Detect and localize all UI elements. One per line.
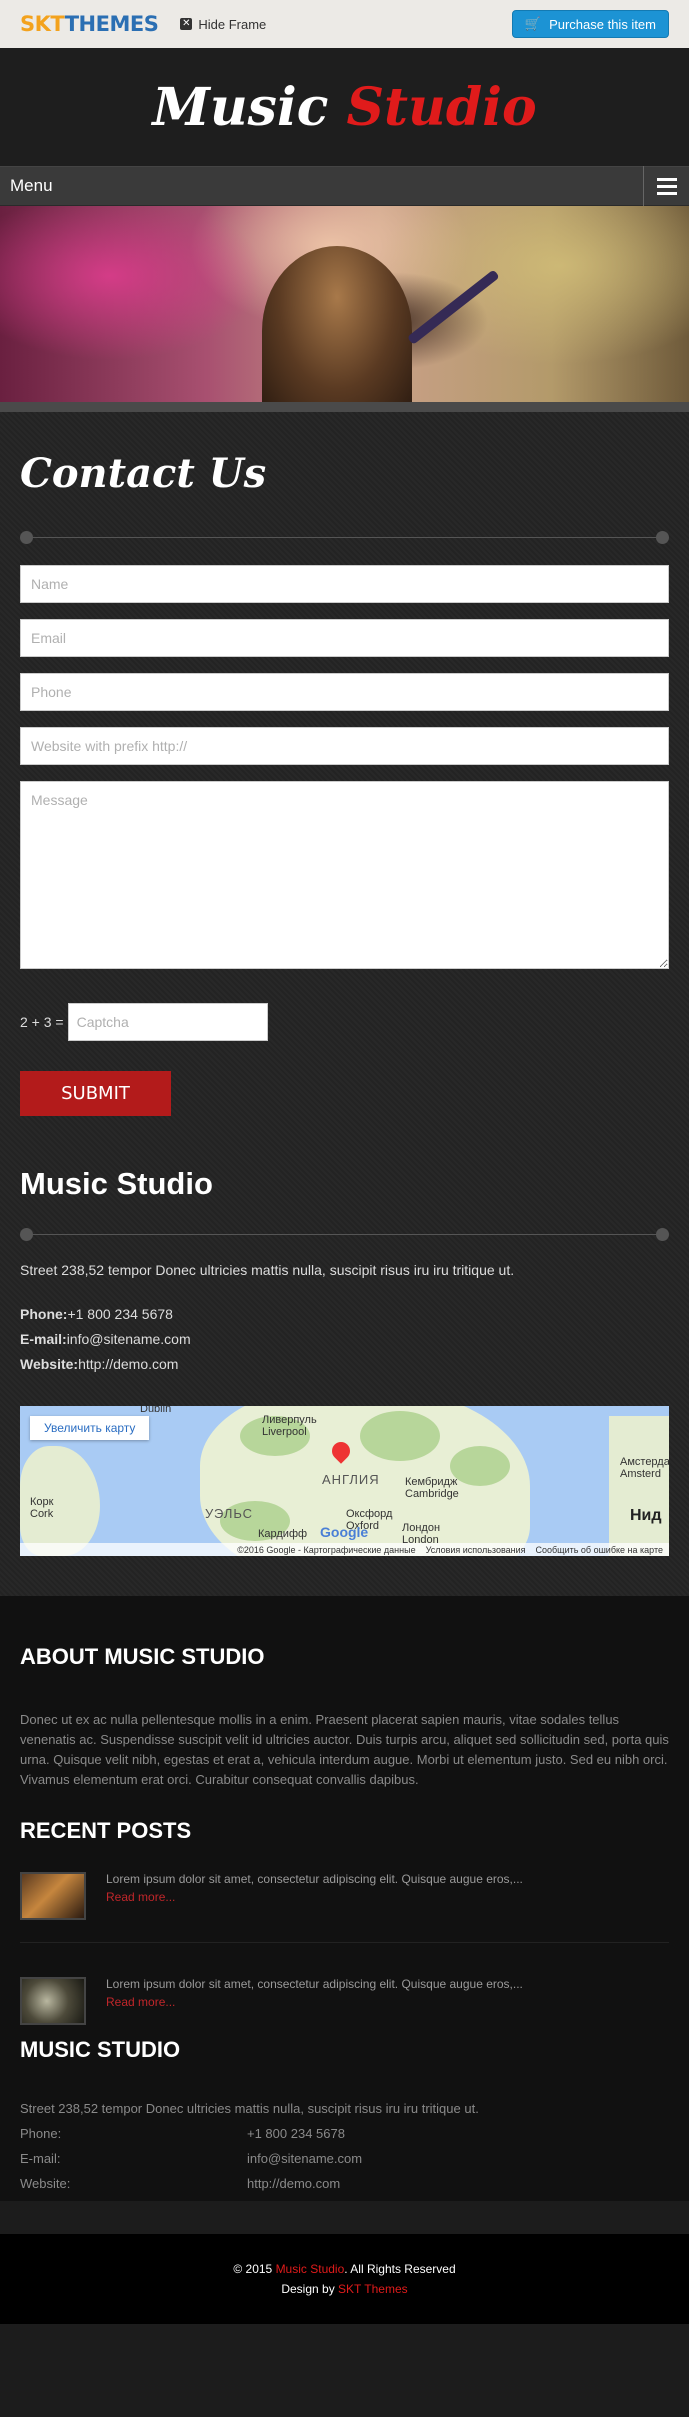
site-logo[interactable]: Music Studio — [152, 77, 536, 138]
map-label-cambridge: Кембридж Cambridge — [405, 1476, 459, 1500]
post-body: Lorem ipsum dolor sit amet, consectetur … — [106, 1977, 523, 2025]
email-value[interactable]: info@sitename.com — [67, 1331, 191, 1347]
website-label: Website: — [20, 1356, 79, 1372]
studio-website-label: Website: — [20, 2176, 71, 2191]
recent-posts-title: RECENT POSTS — [20, 1818, 192, 1843]
copyright-line: © 2015 Music Studio. All Rights Reserved — [233, 2259, 455, 2279]
studio-email-row: E-mail: info@sitename.com — [20, 2151, 669, 2166]
demo-topbar: SKTTHEMES ✕ Hide Frame 🛒 Purchase this i… — [0, 0, 689, 48]
site-logo-word2: Studio — [346, 76, 537, 138]
map-report-link[interactable]: Сообщить об ошибке на карте — [536, 1545, 663, 1555]
skt-logo-part2: THEMES — [64, 12, 159, 36]
phone-field[interactable] — [20, 673, 669, 711]
email-field[interactable] — [20, 619, 669, 657]
map-park — [450, 1446, 510, 1486]
post-excerpt: Lorem ipsum dolor sit amet, consectetur … — [106, 1977, 523, 1991]
map-label-nid: Нид — [630, 1507, 662, 1524]
map-enlarge-link[interactable]: Увеличить карту — [30, 1416, 150, 1440]
studio-email-value[interactable]: info@sitename.com — [247, 2151, 362, 2166]
divider — [20, 531, 669, 545]
close-icon: ✕ — [180, 18, 193, 30]
contact-address: Street 238,52 tempor Donec ultricies mat… — [20, 1262, 515, 1278]
read-more-link[interactable]: Read more... — [106, 1890, 523, 1904]
map-attribution: ©2016 Google - Картографические данные — [237, 1544, 416, 1555]
name-field[interactable] — [20, 565, 669, 603]
studio-website-value[interactable]: http://demo.com — [247, 2176, 340, 2191]
designer-link[interactable]: SKT Themes — [338, 2282, 408, 2296]
post-thumbnail[interactable] — [20, 1977, 86, 2025]
studio-address: Street 238,52 tempor Donec ultricies mat… — [20, 2101, 479, 2116]
map-label-england: АНГЛИЯ — [322, 1472, 380, 1487]
hide-frame-label: Hide Frame — [198, 16, 267, 32]
map-label-cardiff: Кардифф — [258, 1528, 308, 1540]
skt-themes-logo[interactable]: SKTTHEMES — [20, 12, 159, 36]
map-land-netherlands — [609, 1416, 669, 1556]
hide-frame-button[interactable]: ✕ Hide Frame — [180, 17, 266, 32]
map-park — [360, 1411, 440, 1461]
captcha-row: 2 + 3 = — [20, 1003, 669, 1041]
studio-phone-value: +1 800 234 5678 — [247, 2126, 345, 2141]
phone-label: Phone: — [20, 1306, 68, 1322]
message-field[interactable] — [20, 781, 669, 969]
recent-post: Lorem ipsum dolor sit amet, consectetur … — [20, 1942, 669, 2047]
website-field[interactable] — [20, 727, 669, 765]
copyright-bar: © 2015 Music Studio. All Rights Reserved… — [0, 2234, 689, 2324]
contact-form: 2 + 3 = SUBMIT — [20, 565, 669, 1166]
design-by-label: Design by — [281, 2282, 339, 2296]
map-terms-link[interactable]: Условия использования — [426, 1545, 526, 1555]
submit-button[interactable]: SUBMIT — [20, 1071, 171, 1116]
skt-logo-part1: SKT — [20, 12, 65, 36]
page-title: Contact Us — [20, 450, 267, 497]
contact-email: E-mail:info@sitename.com — [20, 1331, 669, 1347]
studio-phone-label: Phone: — [20, 2126, 62, 2141]
map-label-liverpool: Ливерпуль Liverpool — [262, 1414, 317, 1438]
post-excerpt: Lorem ipsum dolor sit amet, consectetur … — [106, 1872, 523, 1886]
contact-info-title: Music Studio — [20, 1166, 213, 1201]
studio-email-label: E-mail: — [20, 2151, 61, 2166]
captcha-question: 2 + 3 = — [20, 1014, 64, 1030]
google-map[interactable]: Dublin Ливерпуль Liverpool АНГЛИЯ Кембри… — [20, 1406, 669, 1556]
map-label-wales: УЭЛЬС — [205, 1506, 254, 1521]
contact-phone: Phone:+1 800 234 5678 — [20, 1306, 669, 1322]
read-more-link[interactable]: Read more... — [106, 1995, 523, 2009]
map-label-cork: Корк Cork — [30, 1496, 54, 1520]
recent-post: Lorem ipsum dolor sit amet, consectetur … — [20, 1872, 669, 1942]
map-label-dublin: Dublin — [140, 1406, 172, 1415]
email-label: E-mail: — [20, 1331, 67, 1347]
captcha-field[interactable] — [67, 1003, 268, 1041]
phone-value: +1 800 234 5678 — [67, 1306, 173, 1322]
post-body: Lorem ipsum dolor sit amet, consectetur … — [106, 1872, 523, 1920]
copyright-prefix: © 2015 — [233, 2262, 276, 2276]
design-credit-line: Design by SKT Themes — [281, 2279, 407, 2299]
about-text: Donec ut ex ac nulla pellentesque mollis… — [20, 1712, 669, 1787]
site-logo-word1: Music — [152, 76, 329, 138]
website-value[interactable]: http://demo.com — [78, 1356, 178, 1372]
menu-bar: Menu — [0, 166, 689, 206]
contact-section: Contact Us 2 + 3 = SUBMIT Music Studio S… — [0, 412, 689, 1596]
studio-title: MUSIC STUDIO — [20, 2037, 181, 2062]
purchase-label: Purchase this item — [549, 16, 656, 32]
contact-website: Website:http://demo.com — [20, 1356, 669, 1372]
studio-phone-row: Phone: +1 800 234 5678 — [20, 2126, 669, 2141]
map-attribution-bar: ©2016 Google - Картографические данные У… — [20, 1543, 669, 1556]
studio-website-row: Website: http://demo.com — [20, 2176, 669, 2191]
about-title: ABOUT MUSIC STUDIO — [20, 1644, 265, 1669]
menu-label[interactable]: Menu — [10, 176, 53, 196]
hero-bottom-bar — [0, 402, 689, 412]
footer-widgets: ABOUT MUSIC STUDIO Donec ut ex ac nulla … — [0, 1596, 689, 2201]
copyright-suffix: . All Rights Reserved — [344, 2262, 456, 2276]
divider — [20, 1228, 669, 1242]
cart-icon: 🛒 — [524, 16, 542, 31]
post-thumbnail[interactable] — [20, 1872, 86, 1920]
map-label-amsterdam: Амстердам Amsterd — [620, 1456, 669, 1480]
hero-performer — [262, 246, 412, 402]
hero-guitar — [406, 269, 500, 345]
copyright-site-link[interactable]: Music Studio — [276, 2262, 345, 2276]
google-logo[interactable]: Google — [320, 1524, 368, 1540]
hero-image — [0, 206, 689, 402]
purchase-button[interactable]: 🛒 Purchase this item — [511, 10, 669, 38]
site-header: Music Studio — [0, 48, 689, 166]
hamburger-icon[interactable] — [643, 166, 689, 206]
